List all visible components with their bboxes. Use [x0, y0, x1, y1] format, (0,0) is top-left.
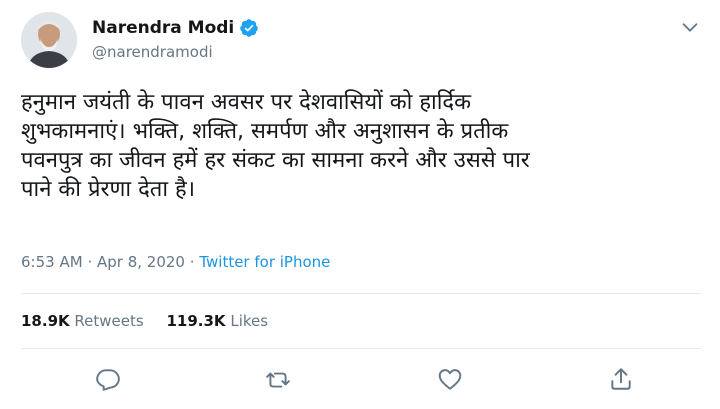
share-icon[interactable]: [608, 366, 634, 392]
meta-separator: ·: [189, 253, 195, 271]
divider: [21, 348, 701, 349]
reply-icon[interactable]: [95, 366, 121, 392]
meta-separator: ·: [87, 253, 93, 271]
verified-badge-icon: [239, 18, 259, 38]
chevron-down-icon[interactable]: [679, 16, 701, 38]
avatar-image: [21, 12, 77, 68]
tweet-header: Narendra Modi @narendramodi: [21, 12, 701, 74]
name-row: Narendra Modi: [92, 18, 259, 38]
tweet-text: हनुमान जयंती के पावन अवसर पर देशवासियों …: [21, 90, 530, 202]
tweet-time[interactable]: 6:53 AM: [21, 253, 83, 271]
retweet-icon[interactable]: [265, 366, 291, 392]
divider: [21, 293, 701, 294]
tweet-meta: 6:53 AM · Apr 8, 2020 · Twitter for iPho…: [21, 253, 330, 271]
retweets-label: Retweets: [74, 312, 144, 330]
likes-count: 119.3K: [166, 312, 226, 330]
likes-label: Likes: [230, 312, 269, 330]
retweets-count: 18.9K: [21, 312, 70, 330]
tweet-source-link[interactable]: Twitter for iPhone: [199, 253, 330, 271]
heart-icon[interactable]: [437, 366, 463, 392]
tweet-actions: [0, 366, 720, 396]
likes-stat[interactable]: 119.3K Likes: [166, 312, 268, 330]
author-handle[interactable]: @narendramodi: [92, 43, 259, 61]
avatar[interactable]: [21, 12, 77, 68]
retweets-stat[interactable]: 18.9K Retweets: [21, 312, 148, 330]
author-block: Narendra Modi @narendramodi: [92, 18, 259, 61]
tweet-date[interactable]: Apr 8, 2020: [97, 253, 185, 271]
tweet-stats: 18.9K Retweets 119.3K Likes: [21, 312, 286, 330]
author-name[interactable]: Narendra Modi: [92, 18, 234, 38]
